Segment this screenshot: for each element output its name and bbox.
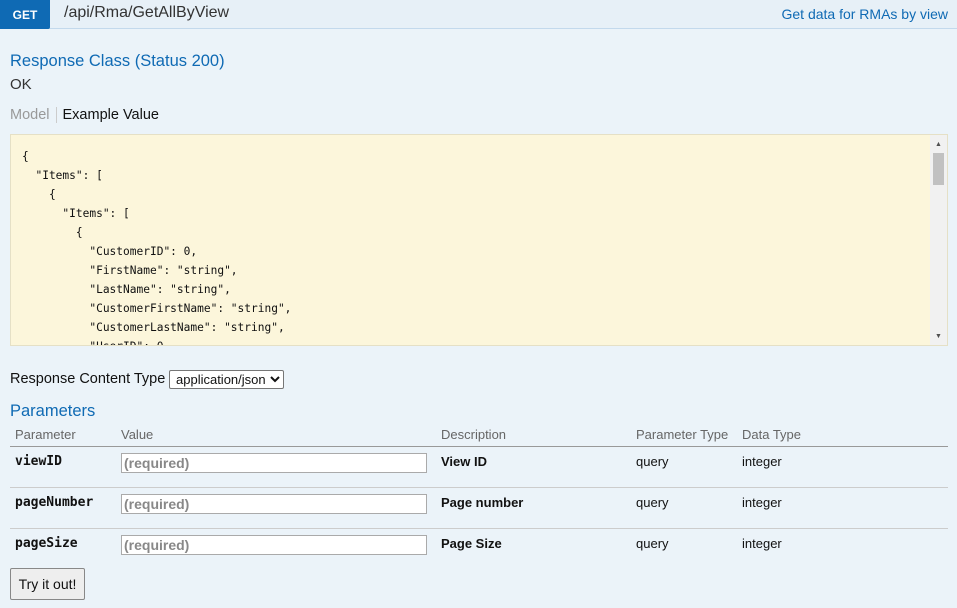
endpoint-summary-link[interactable]: Get data for RMAs by view	[781, 6, 948, 22]
parameter-value-cell	[116, 529, 436, 570]
parameter-description: View ID	[436, 446, 631, 488]
example-value-code: { "Items": [ { "Items": [ { "CustomerID"…	[22, 150, 292, 345]
parameter-name: viewID	[10, 446, 116, 488]
parameter-type: query	[631, 446, 737, 488]
parameter-name: pageNumber	[10, 487, 116, 529]
column-header-data-type: Data Type	[737, 424, 948, 447]
operation-header[interactable]: GET /api/Rma/GetAllByView Get data for R…	[0, 0, 957, 29]
column-header-parameter: Parameter	[10, 424, 116, 447]
column-header-value: Value	[116, 424, 436, 447]
response-content-type-label: Response Content Type	[10, 371, 166, 387]
parameter-value-cell	[116, 487, 436, 529]
table-row: viewID View ID query integer	[10, 446, 948, 488]
response-class-title: Response Class (Status 200)	[10, 52, 225, 70]
endpoint-path[interactable]: /api/Rma/GetAllByView	[64, 4, 229, 22]
parameter-description: Page number	[436, 487, 631, 529]
viewid-input[interactable]	[121, 453, 427, 473]
tab-model[interactable]: Model	[10, 107, 57, 123]
pagenumber-input[interactable]	[121, 494, 427, 514]
parameter-value-cell	[116, 446, 436, 488]
response-status-text: OK	[10, 76, 32, 93]
scroll-up-arrow-icon[interactable]: ▲	[930, 137, 947, 151]
code-scrollbar[interactable]: ▲ ▼	[930, 135, 947, 345]
pagesize-input[interactable]	[121, 535, 427, 555]
table-row: pageSize Page Size query integer	[10, 529, 948, 570]
parameters-title: Parameters	[10, 402, 96, 420]
try-it-out-button[interactable]: Try it out!	[10, 568, 85, 600]
parameter-data-type: integer	[737, 446, 948, 488]
response-content-type-select[interactable]: application/json	[169, 370, 284, 389]
example-value-box[interactable]: { "Items": [ { "Items": [ { "CustomerID"…	[10, 134, 948, 346]
parameter-type: query	[636, 536, 669, 551]
tab-example-value[interactable]: Example Value	[57, 107, 159, 123]
http-method-badge[interactable]: GET	[0, 0, 50, 29]
column-header-description: Description	[436, 424, 631, 447]
parameter-data-type: integer	[737, 487, 948, 529]
parameter-type: query	[631, 487, 737, 529]
parameters-header-row: Parameter Value Description Parameter Ty…	[10, 424, 948, 447]
parameter-name: pageSize	[15, 536, 78, 551]
column-header-parameter-type: Parameter Type	[631, 424, 737, 447]
scroll-thumb[interactable]	[933, 153, 944, 185]
table-row: pageNumber Page number query integer	[10, 487, 948, 529]
parameter-description: Page Size	[441, 536, 502, 551]
model-tabs: Model Example Value	[10, 107, 159, 123]
scroll-down-arrow-icon[interactable]: ▼	[930, 329, 947, 343]
parameter-data-type: integer	[742, 536, 782, 551]
parameters-table: Parameter Value Description Parameter Ty…	[10, 424, 948, 570]
